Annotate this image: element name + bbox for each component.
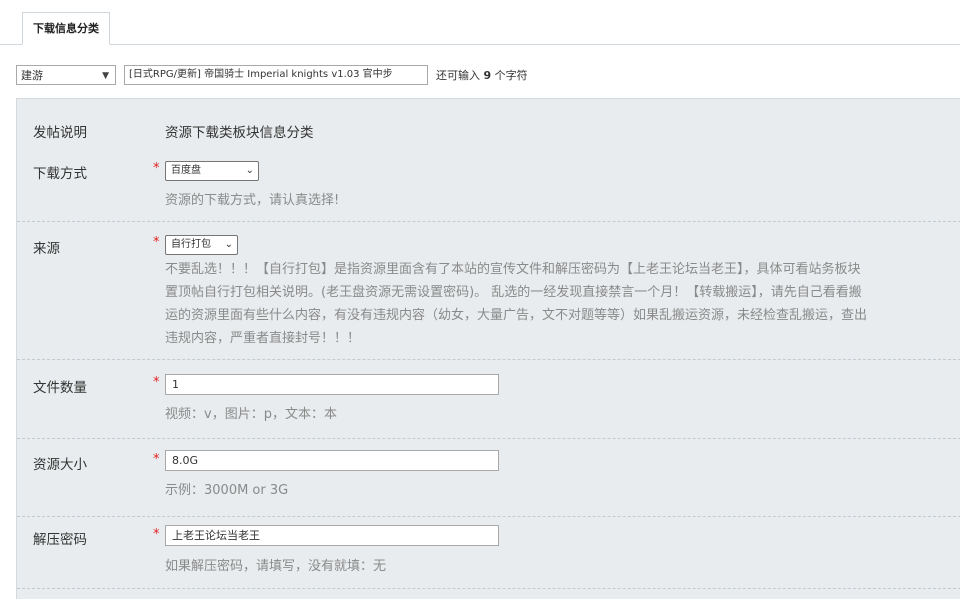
row-file-count: 文件数量 * 1 视频：v，图片：p，文本：本 xyxy=(17,359,960,439)
download-method-label: 下载方式 xyxy=(33,166,87,182)
tab-download-info[interactable]: 下载信息分类 xyxy=(22,12,110,45)
source-select[interactable]: 自行打包 ⌄ xyxy=(165,235,238,255)
size-label: 资源大小 xyxy=(33,457,87,473)
required-mark: * xyxy=(153,375,160,390)
source-value: 自行打包 xyxy=(171,239,211,250)
subject-char-hint: 还可输入 9 个字符 xyxy=(436,67,528,83)
source-note-line: 置顶帖自行打包相关说明。(老王盘资源无需设置密码)。 乱选的一经发现直接禁言一个… xyxy=(165,285,862,300)
hint-prefix: 还可输入 xyxy=(436,69,480,82)
hint-suffix: 个字符 xyxy=(494,69,528,82)
download-method-hint: 资源的下载方式，请认真选择! xyxy=(165,193,340,208)
thread-type-select[interactable]: 建游 ▼ xyxy=(16,65,116,85)
size-input[interactable]: 8.0G xyxy=(165,450,499,471)
subject-input[interactable]: [日式RPG/更新] 帝国骑士 Imperial knights v1.03 官… xyxy=(124,65,428,85)
tab-bar: 下载信息分类 xyxy=(0,0,960,45)
source-note-line: 运的资源里面有些什么内容，有没有违规内容（幼女，大量广告，文不对题等等）如果乱搬… xyxy=(165,308,868,323)
form-panel: 发帖说明 资源下载类板块信息分类 下载方式 * 百度盘 ⌄ 资源的下载方式，请认… xyxy=(16,98,960,599)
required-mark: * xyxy=(153,452,160,467)
intro-label: 发帖说明 xyxy=(33,125,87,141)
password-input[interactable]: 上老王论坛当老王 xyxy=(165,525,499,546)
file-count-hint: 视频：v，图片：p，文本：本 xyxy=(165,407,337,422)
source-note: 不要乱选！！！【自行打包】是指资源里面含有了本站的宣传文件和解压密码为【上老王论… xyxy=(165,258,960,350)
chevron-down-icon: ▼ xyxy=(102,71,109,81)
file-count-label: 文件数量 xyxy=(33,380,87,396)
row-size: 资源大小 * 8.0G 示例：3000M or 3G xyxy=(17,438,960,517)
required-mark: * xyxy=(153,235,160,250)
thread-type-value: 建游 xyxy=(21,69,43,82)
row-intro: 发帖说明 资源下载类板块信息分类 xyxy=(17,99,960,147)
password-hint: 如果解压密码，请填写，没有就填：无 xyxy=(165,559,387,574)
required-mark: * xyxy=(153,161,160,176)
source-label: 来源 xyxy=(33,241,60,257)
size-hint: 示例：3000M or 3G xyxy=(165,483,289,498)
chevron-down-icon: ⌄ xyxy=(245,165,254,176)
source-note-line: 违规内容，严重者直接封号！！！ xyxy=(165,331,361,346)
password-label: 解压密码 xyxy=(33,532,87,548)
intro-value: 资源下载类板块信息分类 xyxy=(165,125,314,141)
required-mark: * xyxy=(153,527,160,542)
hint-count: 9 xyxy=(483,69,492,82)
download-method-value: 百度盘 xyxy=(171,165,201,176)
download-method-select[interactable]: 百度盘 ⌄ xyxy=(165,161,259,181)
file-count-input[interactable]: 1 xyxy=(165,374,499,395)
row-download-method: 下载方式 * 百度盘 ⌄ 资源的下载方式，请认真选择! xyxy=(17,147,960,222)
source-note-line: 不要乱选！！！【自行打包】是指资源里面含有了本站的宣传文件和解压密码为【上老王论… xyxy=(165,262,861,277)
row-password: 解压密码 * 上老王论坛当老王 如果解压密码，请填写，没有就填：无 xyxy=(17,516,960,589)
row-source: 来源 * 自行打包 ⌄ 不要乱选！！！【自行打包】是指资源里面含有了本站的宣传文… xyxy=(17,221,960,360)
chevron-down-icon: ⌄ xyxy=(224,239,233,250)
